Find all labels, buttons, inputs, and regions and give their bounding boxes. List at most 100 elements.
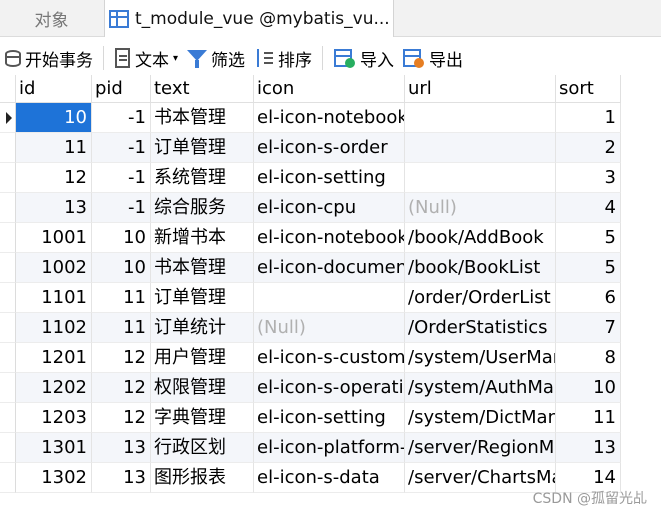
cell-icon[interactable]: el-icon-s-operatio <box>254 373 405 403</box>
row-header[interactable] <box>0 283 16 313</box>
cell-pid[interactable]: 11 <box>92 313 151 343</box>
cell-sort[interactable]: 3 <box>556 163 621 193</box>
cell-url[interactable] <box>405 103 556 133</box>
current-row-indicator[interactable] <box>0 103 16 133</box>
cell-text[interactable]: 订单管理 <box>151 133 254 163</box>
export-button[interactable]: 导出 <box>398 43 467 73</box>
cell-pid[interactable]: 11 <box>92 283 151 313</box>
cell-icon[interactable]: el-icon-notebook <box>254 223 405 253</box>
column-header-id[interactable]: id <box>16 75 92 103</box>
cell-icon[interactable]: el-icon-notebook <box>254 103 405 133</box>
cell-text[interactable]: 行政区划 <box>151 433 254 463</box>
cell-url[interactable] <box>405 133 556 163</box>
cell-icon[interactable]: el-icon-documen <box>254 253 405 283</box>
cell-pid[interactable]: 12 <box>92 373 151 403</box>
row-header[interactable] <box>0 463 16 493</box>
cell-text[interactable]: 系统管理 <box>151 163 254 193</box>
cell-sort[interactable]: 7 <box>556 313 621 343</box>
table-row[interactable]: 1102 11 订单统计 (Null)/OrderStatistics 7 <box>0 313 621 343</box>
cell-url[interactable]: /OrderStatistics <box>405 313 556 343</box>
column-header-text[interactable]: text <box>151 75 254 103</box>
cell-icon[interactable]: el-icon-s-data <box>254 463 405 493</box>
row-header[interactable] <box>0 313 16 343</box>
table-row[interactable]: 1302 13 图形报表 el-icon-s-data/server/ChartsMa… <box>0 463 621 493</box>
cell-icon[interactable] <box>254 283 405 313</box>
text-button[interactable]: 文本 ▾ <box>110 43 182 73</box>
table-row[interactable]: 1001 10 新增书本 el-icon-notebook/book/AddBook 5 <box>0 223 621 253</box>
cell-pid[interactable]: -1 <box>92 133 151 163</box>
row-header[interactable] <box>0 343 16 373</box>
row-header[interactable] <box>0 223 16 253</box>
cell-pid[interactable]: 12 <box>92 403 151 433</box>
cell-url[interactable]: /system/DictMan <box>405 403 556 433</box>
cell-id[interactable]: 1101 <box>16 283 92 313</box>
cell-pid[interactable]: -1 <box>92 163 151 193</box>
cell-sort[interactable]: 1 <box>556 103 621 133</box>
cell-id[interactable]: 1202 <box>16 373 92 403</box>
row-header[interactable] <box>0 253 16 283</box>
cell-text[interactable]: 订单统计 <box>151 313 254 343</box>
cell-id[interactable]: 1302 <box>16 463 92 493</box>
cell-text[interactable]: 权限管理 <box>151 373 254 403</box>
cell-icon[interactable]: el-icon-setting <box>254 403 405 433</box>
cell-icon[interactable]: el-icon-cpu <box>254 193 405 223</box>
cell-text[interactable]: 订单管理 <box>151 283 254 313</box>
column-header-url[interactable]: url <box>405 75 556 103</box>
table-row[interactable]: 10 -1 书本管理 el-icon-notebook 1 <box>0 103 621 133</box>
cell-text[interactable]: 综合服务 <box>151 193 254 223</box>
cell-id[interactable]: 1002 <box>16 253 92 283</box>
tab-objects[interactable]: 对象 <box>0 0 103 36</box>
cell-icon[interactable]: el-icon-setting <box>254 163 405 193</box>
cell-pid[interactable]: 10 <box>92 223 151 253</box>
cell-id[interactable]: 12 <box>16 163 92 193</box>
cell-sort[interactable]: 4 <box>556 193 621 223</box>
column-header-sort[interactable]: sort <box>556 75 621 103</box>
cell-sort[interactable]: 6 <box>556 283 621 313</box>
cell-id[interactable]: 1301 <box>16 433 92 463</box>
cell-sort[interactable]: 5 <box>556 253 621 283</box>
cell-pid[interactable]: 10 <box>92 253 151 283</box>
cell-text[interactable]: 新增书本 <box>151 223 254 253</box>
table-row[interactable]: 1101 11 订单管理/order/OrderList 6 <box>0 283 621 313</box>
cell-pid[interactable]: -1 <box>92 193 151 223</box>
tab-table[interactable]: t_module_vue @mybatis_vu... <box>104 0 394 37</box>
cell-text[interactable]: 字典管理 <box>151 403 254 433</box>
cell-pid[interactable]: 13 <box>92 463 151 493</box>
cell-url[interactable]: /book/AddBook <box>405 223 556 253</box>
cell-url[interactable]: /system/UserMan <box>405 343 556 373</box>
row-header[interactable] <box>0 373 16 403</box>
table-row[interactable]: 1201 12 用户管理 el-icon-s-custom/system/UserMa… <box>0 343 621 373</box>
cell-text[interactable]: 书本管理 <box>151 253 254 283</box>
cell-sort[interactable]: 10 <box>556 373 621 403</box>
table-row[interactable]: 13 -1 综合服务 el-icon-cpu (Null) 4 <box>0 193 621 223</box>
table-row[interactable]: 12 -1 系统管理 el-icon-setting 3 <box>0 163 621 193</box>
row-header[interactable] <box>0 133 16 163</box>
cell-id[interactable]: 13 <box>16 193 92 223</box>
column-header-icon[interactable]: icon <box>254 75 405 103</box>
cell-pid[interactable]: 12 <box>92 343 151 373</box>
table-row[interactable]: 1203 12 字典管理 el-icon-setting/system/DictMan… <box>0 403 621 433</box>
cell-id[interactable]: 1201 <box>16 343 92 373</box>
cell-id[interactable]: 1102 <box>16 313 92 343</box>
cell-sort[interactable]: 8 <box>556 343 621 373</box>
table-row[interactable]: 11 -1 订单管理 el-icon-s-order 2 <box>0 133 621 163</box>
cell-pid[interactable]: -1 <box>92 103 151 133</box>
cell-sort[interactable]: 11 <box>556 403 621 433</box>
cell-url[interactable]: /order/OrderList <box>405 283 556 313</box>
import-button[interactable]: 导入 <box>329 43 398 73</box>
cell-icon[interactable]: el-icon-platform- <box>254 433 405 463</box>
cell-sort[interactable]: 13 <box>556 433 621 463</box>
table-row[interactable]: 1002 10 书本管理 el-icon-documen/book/BookList 5 <box>0 253 621 283</box>
table-row[interactable]: 1301 13 行政区划 el-icon-platform-/server/Regio… <box>0 433 621 463</box>
cell-icon[interactable]: el-icon-s-custom <box>254 343 405 373</box>
sort-button[interactable]: 排序 <box>249 43 316 73</box>
cell-url[interactable]: (Null) <box>405 193 556 223</box>
filter-button[interactable]: 筛选 <box>182 43 249 73</box>
row-header[interactable] <box>0 163 16 193</box>
begin-transaction-button[interactable]: 开始事务 <box>0 43 97 73</box>
cell-url[interactable]: /system/AuthMa <box>405 373 556 403</box>
column-header-pid[interactable]: pid <box>92 75 151 103</box>
cell-id[interactable]: 1001 <box>16 223 92 253</box>
cell-id[interactable]: 11 <box>16 133 92 163</box>
row-header[interactable] <box>0 193 16 223</box>
